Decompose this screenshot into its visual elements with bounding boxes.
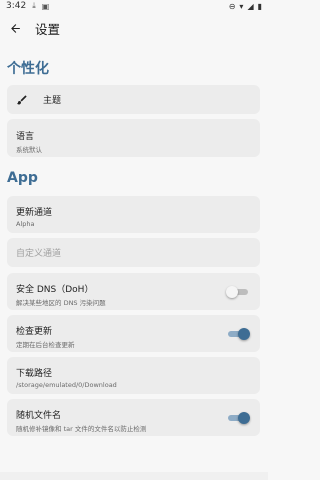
- brush-icon: [17, 95, 27, 104]
- section-title-app: App: [7, 170, 38, 186]
- update-channel-setting[interactable]: 更新通道 Alpha: [7, 196, 260, 233]
- minus-circle-icon: ⊖: [228, 1, 236, 11]
- navigation-bar: [0, 472, 268, 480]
- random-filename-subtitle: 随机修补镜像和 tar 文件的文件名以防止检测: [16, 425, 147, 433]
- secure-dns-subtitle: 解决某些地区的 DNS 污染问题: [16, 299, 106, 307]
- update-channel-title: 更新通道: [16, 208, 53, 218]
- signal-icon: ◢: [247, 1, 254, 11]
- check-updates-setting[interactable]: 检查更新 定期在后台检查更新: [7, 315, 260, 352]
- download-path-subtitle: /storage/emulated/0/Download: [16, 381, 117, 389]
- custom-channel-input[interactable]: 自定义通道: [7, 238, 260, 267]
- download-icon: ⤓: [32, 1, 36, 10]
- random-filename-setting[interactable]: 随机文件名 随机修补镜像和 tar 文件的文件名以防止检测: [7, 399, 260, 436]
- battery-icon: ▮: [257, 1, 262, 11]
- language-setting[interactable]: 语言 系统默认: [7, 119, 260, 157]
- app-bar: 设置: [0, 12, 268, 44]
- secure-dns-toggle[interactable]: [226, 285, 248, 298]
- theme-label: 主题: [43, 96, 62, 106]
- toggle-thumb: [238, 327, 250, 340]
- status-bar: 3:42 ⤓ ▣ ⊖ ▾ ◢ ▮: [0, 0, 268, 12]
- download-path-setting[interactable]: 下载路径 /storage/emulated/0/Download: [7, 357, 260, 394]
- random-filename-title: 随机文件名: [16, 411, 62, 421]
- language-title: 语言: [16, 132, 35, 142]
- notification-icon: ▣: [41, 1, 50, 11]
- section-title-personalization: 个性化: [7, 61, 49, 77]
- custom-channel-placeholder: 自定义通道: [16, 249, 62, 259]
- secure-dns-title: 安全 DNS（DoH）: [16, 285, 94, 295]
- theme-setting[interactable]: 主题: [7, 85, 260, 114]
- check-updates-toggle[interactable]: [228, 327, 250, 340]
- toggle-thumb: [238, 411, 250, 424]
- download-path-title: 下载路径: [16, 369, 53, 379]
- status-time: 3:42: [6, 1, 27, 11]
- back-button[interactable]: [5, 18, 25, 38]
- toggle-thumb: [226, 285, 238, 298]
- wifi-icon: ▾: [239, 1, 244, 11]
- random-filename-toggle[interactable]: [228, 411, 250, 424]
- back-arrow-icon: [10, 23, 20, 33]
- language-subtitle: 系统默认: [16, 146, 42, 154]
- page-title: 设置: [35, 21, 61, 37]
- status-icons: ⊖ ▾ ◢ ▮: [229, 2, 262, 11]
- update-channel-subtitle: Alpha: [16, 220, 35, 228]
- secure-dns-setting[interactable]: 安全 DNS（DoH） 解决某些地区的 DNS 污染问题: [7, 273, 260, 310]
- check-updates-subtitle: 定期在后台检查更新: [16, 341, 75, 349]
- check-updates-title: 检查更新: [16, 327, 53, 337]
